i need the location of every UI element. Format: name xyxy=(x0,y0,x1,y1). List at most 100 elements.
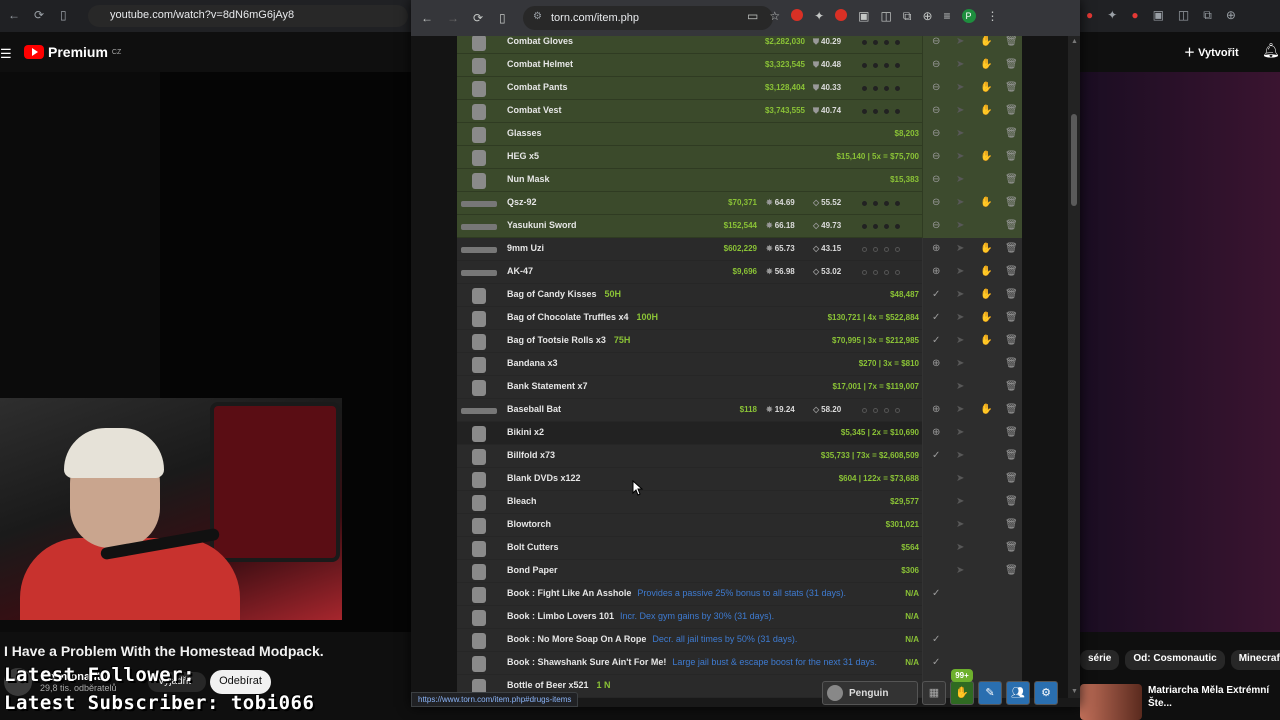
item-row[interactable]: Bag of Chocolate Truffles x4 100H $130,721… xyxy=(457,307,1022,330)
bookmark-star-icon[interactable]: ☆ xyxy=(769,9,780,24)
extension-icon[interactable]: ▣ xyxy=(1153,8,1164,23)
trash-icon[interactable]: 🗑︎ xyxy=(1005,473,1018,484)
equip-icon[interactable]: ⊕ xyxy=(932,358,940,369)
item-row[interactable]: 9mm Uzi $602,229 ✸ 65.73 ◇ 43.15 ⊕ ➤ ✋ 🗑︎ xyxy=(457,238,1022,261)
use-icon[interactable]: ✓ xyxy=(932,312,940,323)
trade-icon[interactable]: ✋ xyxy=(980,105,992,116)
trash-icon[interactable]: 🗑︎ xyxy=(1005,358,1018,369)
trade-icon[interactable]: ✋ xyxy=(980,59,992,70)
item-name[interactable]: Blowtorch xyxy=(507,519,551,529)
send-icon[interactable]: ➤ xyxy=(956,542,964,553)
send-icon[interactable]: ➤ xyxy=(956,473,964,484)
trash-icon[interactable]: 🗑︎ xyxy=(1005,519,1018,530)
unequip-icon[interactable]: ⊖ xyxy=(932,151,940,162)
trash-icon[interactable]: 🗑︎ xyxy=(1005,266,1018,277)
extension-icon[interactable]: ● xyxy=(1131,8,1138,23)
chat-button[interactable]: Penguin xyxy=(822,681,918,705)
send-icon[interactable]: ➤ xyxy=(956,358,964,369)
send-icon[interactable]: ➤ xyxy=(956,174,964,185)
trash-icon[interactable]: 🗑︎ xyxy=(1005,36,1018,47)
trash-icon[interactable]: 🗑︎ xyxy=(1005,427,1018,438)
unequip-icon[interactable]: ⊖ xyxy=(932,105,940,116)
item-name[interactable]: 9mm Uzi xyxy=(507,243,544,253)
people-icon[interactable]: 👥︎ xyxy=(1006,681,1030,705)
item-name[interactable]: AK-47 xyxy=(507,266,533,276)
item-name[interactable]: Qsz-92 xyxy=(507,197,537,207)
item-row[interactable]: HEG x5 $15,140 | 5x = $75,700 ⊖ ➤ ✋ 🗑︎ xyxy=(457,146,1022,169)
extension-icon[interactable] xyxy=(791,9,804,21)
site-info-icon[interactable]: ⚙ xyxy=(533,11,542,22)
trash-icon[interactable]: 🗑︎ xyxy=(1005,59,1018,70)
extension-icon[interactable]: ◫ xyxy=(881,9,892,24)
item-name[interactable]: Bag of Tootsie Rolls x3 75H xyxy=(507,335,630,345)
item-row[interactable]: Bandana x3 $270 | 3x = $810 ⊕ ➤ 🗑︎ xyxy=(457,353,1022,376)
trade-icon[interactable]: ✋ xyxy=(980,243,992,254)
trade-icon[interactable]: ✋ xyxy=(980,82,992,93)
extension-icon[interactable]: ✦ xyxy=(814,9,824,24)
item-name[interactable]: Bleach xyxy=(507,496,537,506)
send-icon[interactable]: ➤ xyxy=(956,105,964,116)
item-row[interactable]: Blank DVDs x122 $604 | 122x = $73,688 ➤ 🗑︎ xyxy=(457,468,1022,491)
use-icon[interactable]: ✓ xyxy=(932,289,940,300)
item-row[interactable]: Yasukuni Sword $152,544 ✸ 66.18 ◇ 49.73 ⊖ ➤ 🗑︎ xyxy=(457,215,1022,238)
recommended-video[interactable]: Matriarcha Měla Extrémní Šte... xyxy=(1080,684,1280,720)
trash-icon[interactable]: 🗑︎ xyxy=(1005,174,1018,185)
trash-icon[interactable]: 🗑︎ xyxy=(1005,197,1018,208)
unequip-icon[interactable]: ⊖ xyxy=(932,197,940,208)
item-row[interactable]: AK-47 $9,696 ✸ 56.98 ◇ 53.02 ⊕ ➤ ✋ 🗑︎ xyxy=(457,261,1022,284)
item-name[interactable]: Book : Fight Like An Asshole Provides a p… xyxy=(507,588,846,598)
send-icon[interactable]: ➤ xyxy=(956,427,964,438)
unequip-icon[interactable]: ⊖ xyxy=(932,174,940,185)
item-row[interactable]: Combat Vest $3,743,555 ⛊ 40.74 ⊖ ➤ ✋ 🗑︎ xyxy=(457,100,1022,123)
item-row[interactable]: Blowtorch $301,021 ➤ 🗑︎ xyxy=(457,514,1022,537)
item-row[interactable]: Bikini x2 $5,345 | 2x = $10,690 ⊕ ➤ 🗑︎ xyxy=(457,422,1022,445)
send-icon[interactable]: ➤ xyxy=(956,404,964,415)
menu-icon[interactable]: ☰ xyxy=(0,46,12,62)
scroll-down-icon[interactable]: ▼ xyxy=(1071,688,1078,695)
item-row[interactable]: Book : Limbo Lovers 101 Incr. Dex gym gai… xyxy=(457,606,1022,629)
trade-icon[interactable]: ✋ xyxy=(980,312,992,323)
trade-icon[interactable]: ✋ xyxy=(980,266,992,277)
trash-icon[interactable]: 🗑︎ xyxy=(1005,151,1018,162)
back-icon[interactable]: ← xyxy=(421,11,433,25)
scrollbar-thumb[interactable] xyxy=(1071,114,1077,206)
item-row[interactable]: Combat Pants $3,128,404 ⛊ 40.33 ⊖ ➤ ✋ 🗑︎ xyxy=(457,77,1022,100)
notifications-bell-icon[interactable]: 🔔︎ xyxy=(1262,42,1280,59)
youtube-logo[interactable]: Premium CZ xyxy=(24,44,121,60)
item-name[interactable]: Bag of Chocolate Truffles x4 100H xyxy=(507,312,658,322)
settings-gear-icon[interactable]: ⚙ xyxy=(1034,681,1058,705)
item-name[interactable]: Baseball Bat xyxy=(507,404,561,414)
extensions-puzzle-icon[interactable]: ⧉ xyxy=(903,9,912,24)
unequip-icon[interactable]: ⊖ xyxy=(932,82,940,93)
youtube-address-bar[interactable]: youtube.com/watch?v=8dN6mG6jAy8 xyxy=(88,5,408,27)
equip-icon[interactable]: ⊕ xyxy=(932,404,940,415)
item-name[interactable]: Blank DVDs x122 xyxy=(507,473,581,483)
item-name[interactable]: Bank Statement x7 xyxy=(507,381,588,391)
unequip-icon[interactable]: ⊖ xyxy=(932,128,940,139)
scroll-up-icon[interactable]: ▲ xyxy=(1071,38,1078,45)
item-name[interactable]: Book : Limbo Lovers 101 Incr. Dex gym gai… xyxy=(507,611,774,621)
item-name[interactable]: HEG x5 xyxy=(507,151,539,161)
item-name[interactable]: Bandana x3 xyxy=(507,358,558,368)
item-row[interactable]: Baseball Bat $118 ✸ 19.24 ◇ 58.20 ⊕ ➤ ✋ 🗑︎ xyxy=(457,399,1022,422)
item-row[interactable]: Glasses $8,203 ⊖ ➤ 🗑︎ xyxy=(457,123,1022,146)
use-icon[interactable]: ✓ xyxy=(932,588,940,599)
send-icon[interactable]: ➤ xyxy=(956,36,964,47)
reload-icon[interactable]: ⟳ xyxy=(473,11,483,25)
send-icon[interactable]: ➤ xyxy=(956,59,964,70)
trash-icon[interactable]: 🗑︎ xyxy=(1005,381,1018,392)
send-icon[interactable]: ➤ xyxy=(956,496,964,507)
item-name[interactable]: Combat Helmet xyxy=(507,59,573,69)
use-icon[interactable]: ✓ xyxy=(932,450,940,461)
sidebar-icon[interactable]: ▯ xyxy=(499,11,506,25)
equip-icon[interactable]: ⊕ xyxy=(932,243,940,254)
send-icon[interactable]: ➤ xyxy=(956,335,964,346)
item-name[interactable]: Bikini x2 xyxy=(507,427,544,437)
send-icon[interactable]: ➤ xyxy=(956,289,964,300)
extension-icon[interactable]: ▣ xyxy=(858,9,869,24)
trade-icon[interactable]: ✋ xyxy=(980,151,992,162)
faction-icon[interactable]: ✋ 99+ xyxy=(950,669,974,705)
item-row[interactable]: Billfold x73 $35,733 | 73x = $2,608,509 ✓ ➤… xyxy=(457,445,1022,468)
trash-icon[interactable]: 🗑︎ xyxy=(1005,312,1018,323)
trash-icon[interactable]: 🗑︎ xyxy=(1005,82,1018,93)
